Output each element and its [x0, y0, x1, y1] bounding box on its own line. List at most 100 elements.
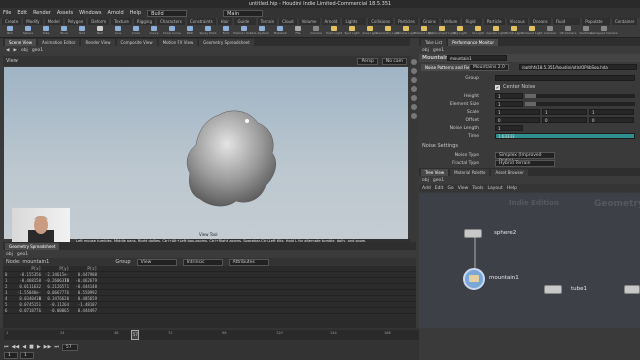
shelf-tool[interactable]: File [290, 26, 306, 37]
shelf-tab[interactable]: Fluid Containers [552, 18, 581, 25]
last-frame-icon[interactable]: ⏭ [54, 344, 59, 350]
cam-dropdown[interactable]: No cam [381, 57, 407, 65]
shelf-tab[interactable]: Model [44, 18, 63, 25]
shelf-tab[interactable]: Hair Utils [217, 18, 233, 25]
column-header[interactable]: P[x] [15, 266, 43, 271]
camera-icon[interactable] [411, 104, 417, 110]
shelf-tab[interactable]: Arnold [321, 18, 341, 25]
column-header[interactable] [3, 266, 15, 271]
shelf-tool[interactable]: Volume Light [396, 26, 416, 37]
shelf-tab[interactable]: Particle Fluids [483, 18, 505, 25]
center-noise-checkbox[interactable]: ✔ [495, 84, 500, 90]
stop-icon[interactable]: ■ [29, 344, 34, 350]
menu-windows[interactable]: Windows [79, 10, 101, 16]
params-path-obj[interactable]: obj [422, 48, 429, 53]
lighting-icon[interactable] [411, 68, 417, 74]
shelf-tool[interactable]: Line [110, 26, 126, 37]
shelf-tab[interactable]: Collisions [368, 18, 394, 25]
network-menu-go[interactable]: Go [447, 186, 453, 191]
play-back-icon[interactable]: ◀ [22, 344, 26, 350]
network-menu-layout[interactable]: Layout [487, 186, 502, 191]
spreadsheet-attributes[interactable]: Attributes [228, 258, 269, 266]
shelf-tool[interactable]: Torus [56, 26, 72, 37]
tab-tree-view[interactable]: Tree View [421, 169, 449, 176]
shelf-tab[interactable]: Volume [298, 18, 320, 25]
back-icon[interactable]: ◀ [6, 48, 9, 53]
tab-material-palette[interactable]: Material Palette [450, 169, 490, 176]
shelf-tool[interactable]: Box [2, 26, 18, 37]
noise-type-dropdown[interactable]: Simplex (Improved Perlin) [495, 151, 555, 164]
forward-icon[interactable]: ▶ [13, 48, 16, 53]
shading-icon[interactable] [411, 77, 417, 83]
tab-motion-fx-view[interactable]: Motion FX View [158, 39, 198, 46]
tab-animation-editor[interactable]: Animation Editor [37, 39, 80, 46]
ss-path-obj[interactable]: obj [6, 252, 13, 257]
shelf-tool[interactable]: Draw Curve [163, 26, 181, 37]
param-field[interactable]: 1 [495, 125, 523, 131]
column-header[interactable]: P[y] [43, 266, 71, 271]
tab-scene-view[interactable]: Scene View [5, 39, 36, 46]
shelf-tab[interactable]: Grains [419, 18, 439, 25]
fractal-type-dropdown[interactable]: Hybrid Terrain [495, 159, 555, 167]
shelf-tool[interactable]: Curve [146, 26, 162, 37]
shelf-tab[interactable]: Lights and Cameras [342, 18, 367, 25]
shelf-tool[interactable]: Ambient Light [521, 26, 543, 37]
group-field[interactable] [495, 75, 635, 81]
shelf-tool[interactable]: Grid [74, 26, 90, 37]
menu-arnold[interactable]: Arnold [107, 10, 123, 16]
shelf-tool[interactable]: Gamepad Camera [590, 26, 618, 37]
next-key-icon[interactable]: ▶▶ [44, 344, 52, 350]
grid-icon[interactable] [411, 86, 417, 92]
menu-file[interactable]: File [3, 10, 11, 16]
shelf-tool[interactable]: Circle [128, 26, 144, 37]
snap-icon[interactable] [411, 95, 417, 101]
menu-render[interactable]: Render [33, 10, 51, 16]
shelf-tab[interactable]: Modify [23, 18, 43, 25]
shelf-tool[interactable]: Spray Paint [199, 26, 217, 37]
param-field[interactable]: 1.63333 [495, 133, 635, 139]
shelf-tool[interactable]: Spot Light [344, 26, 360, 37]
node-unnamed[interactable] [624, 285, 640, 294]
shelf-tab[interactable]: Populate Containers [582, 18, 610, 25]
shelf-tool[interactable]: Path [182, 26, 198, 37]
tab-asset-browser[interactable]: Asset Browser [491, 169, 528, 176]
shelf-tab[interactable]: Rigging [133, 18, 155, 25]
persp-dropdown[interactable]: Persp [357, 57, 378, 65]
shelf-tool[interactable]: GI Light [470, 26, 486, 37]
params-path-geo[interactable]: geo1 [433, 48, 444, 53]
display-flag-icon[interactable] [469, 275, 479, 282]
menu-edit[interactable]: Edit [17, 10, 27, 16]
noise-settings-section[interactable]: Noise Settings [422, 143, 458, 149]
spreadsheet-intrinsic[interactable]: Intrinsic [182, 258, 223, 266]
start-frame[interactable]: 1 [4, 352, 18, 359]
column-header[interactable]: P[z] [71, 266, 99, 271]
param-field[interactable]: 1 [495, 109, 540, 115]
shelf-tab[interactable]: Polygon [64, 18, 87, 25]
start-frame-2[interactable]: 1 [20, 352, 34, 359]
shelf-tool[interactable]: L-System [254, 26, 270, 37]
network-menu-help[interactable]: Help [507, 186, 517, 191]
param-field[interactable]: 0 [589, 117, 634, 123]
network-menu-add[interactable]: Add [422, 186, 431, 191]
shelf-tab[interactable]: Rigid Bodies [462, 18, 482, 25]
tab-geometry-spreadsheet[interactable]: Geometry Spreadsheet [199, 39, 254, 46]
param-slider[interactable] [525, 102, 635, 106]
path-obj[interactable]: obj [21, 48, 28, 53]
shelf-tab[interactable]: Viscous Fluids [506, 18, 528, 25]
shelf-tool[interactable]: VR Camera [560, 26, 576, 37]
render-icon[interactable] [411, 113, 417, 119]
param-field[interactable]: 0 [495, 117, 540, 123]
tab-render-view[interactable]: Render View [81, 39, 115, 46]
time-marker[interactable]: 57 [131, 330, 140, 340]
shelf-tab[interactable]: Create [2, 18, 22, 25]
menu-assets[interactable]: Assets [57, 10, 73, 16]
shelf-tab[interactable]: Container Tools [611, 18, 638, 25]
shelf-tool[interactable]: Portal Light [505, 26, 523, 37]
shelf-tool[interactable]: Metaball [272, 26, 288, 37]
param-field[interactable]: 0 [542, 117, 587, 123]
shelf-tool[interactable]: Sky Light [452, 26, 468, 37]
shelf-tool[interactable]: Font [218, 26, 234, 37]
menu-help[interactable]: Help [130, 10, 141, 16]
shelf-tab[interactable]: Oceans [529, 18, 551, 25]
param-field[interactable]: 1 [542, 109, 587, 115]
